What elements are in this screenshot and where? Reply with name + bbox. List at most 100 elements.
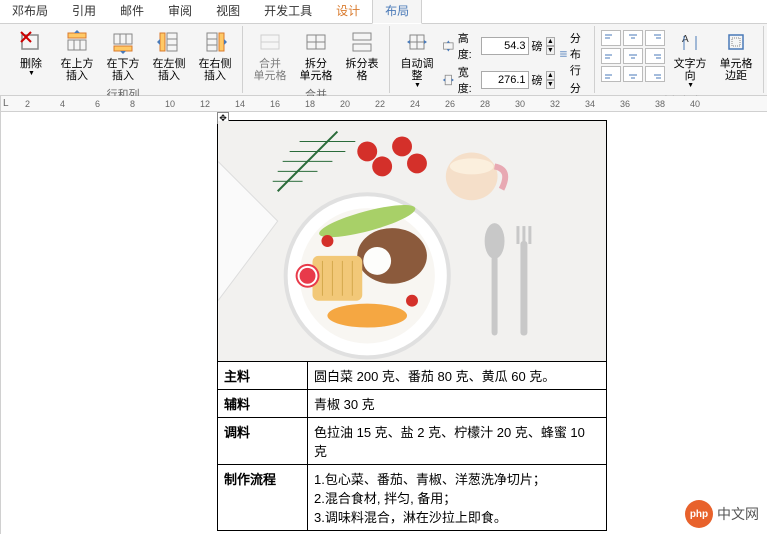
row-height-icon <box>442 38 455 54</box>
insert-right-button[interactable]: 在右侧插入 <box>194 26 236 84</box>
split-table-button[interactable]: 拆分表格 <box>341 26 383 84</box>
align-top-left[interactable] <box>601 30 621 46</box>
chevron-down-icon: ▼ <box>414 82 421 89</box>
merge-cells-icon <box>256 28 284 56</box>
table-row[interactable]: 调料 色拉油 15 克、盐 2 克、柠檬汁 20 克、蜂蜜 10 克 <box>218 418 607 465</box>
text-direction-icon: A <box>676 28 704 56</box>
autofit-button[interactable]: 自动调整 ▼ <box>396 26 438 91</box>
align-mid-left[interactable] <box>601 48 621 64</box>
cell-label-main[interactable]: 主料 <box>218 362 308 390</box>
height-input[interactable] <box>481 37 529 55</box>
height-label: 高度: <box>458 30 478 62</box>
watermark-text: 中文网 <box>717 504 759 524</box>
cell-value-seasoning[interactable]: 色拉油 15 克、盐 2 克、柠檬汁 20 克、蜂蜜 10 克 <box>308 418 607 465</box>
height-down[interactable]: ▼ <box>546 46 556 55</box>
table-row[interactable]: 辅料 青椒 30 克 <box>218 390 607 418</box>
width-unit: 磅 <box>532 72 543 88</box>
table-row[interactable]: 制作流程 1.包心菜、番茄、青椒、洋葱洗净切片； 2.混合食材, 拌匀, 备用；… <box>218 465 607 531</box>
tab-reference[interactable]: 引用 <box>60 0 108 23</box>
delete-label: 删除 <box>20 58 42 70</box>
group-cellsize: 自动调整 ▼ 高度: 磅 ▲ ▼ 宽度: <box>390 26 595 93</box>
menu-tabs: 邓布局 引用 邮件 审阅 视图 开发工具 设计 布局 <box>0 0 767 24</box>
height-row: 高度: 磅 ▲ ▼ <box>442 30 555 62</box>
insert-left-button[interactable]: 在左侧插入 <box>148 26 190 84</box>
image-cell[interactable] <box>218 121 607 362</box>
align-bot-center[interactable] <box>623 66 643 82</box>
insert-above-label: 在上方插入 <box>60 58 94 82</box>
split-table-label: 拆分表格 <box>345 58 379 82</box>
table-row[interactable]: 主料 圆白菜 200 克、番茄 80 克、黄瓜 60 克。 <box>218 362 607 390</box>
height-up[interactable]: ▲ <box>546 37 556 46</box>
workspace: 2468101214161820 L 246810121416182022242… <box>0 96 767 534</box>
tab-design[interactable]: 设计 <box>324 0 372 23</box>
distribute-rows-button[interactable]: 分布行 <box>559 30 588 78</box>
insert-below-icon <box>109 28 137 56</box>
cell-margins-icon <box>722 28 750 56</box>
document-table[interactable]: 主料 圆白菜 200 克、番茄 80 克、黄瓜 60 克。 辅料 青椒 30 克… <box>217 120 607 531</box>
cell-label-aux[interactable]: 辅料 <box>218 390 308 418</box>
cell-value-process[interactable]: 1.包心菜、番茄、青椒、洋葱洗净切片； 2.混合食材, 拌匀, 备用； 3.调味… <box>308 465 607 531</box>
tab-review[interactable]: 审阅 <box>156 0 204 23</box>
cell-label-process[interactable]: 制作流程 <box>218 465 308 531</box>
svg-text:A: A <box>682 34 689 45</box>
split-cells-label: 拆分 单元格 <box>300 58 333 82</box>
width-label: 宽度: <box>458 64 478 96</box>
tab-table-layout[interactable]: 布局 <box>372 0 422 24</box>
autofit-icon <box>403 28 431 56</box>
page-canvas[interactable]: ✥ <box>1 112 767 534</box>
horizontal-ruler[interactable]: L 246810121416182022242628303234363840 <box>1 96 767 112</box>
insert-left-label: 在左侧插入 <box>152 58 186 82</box>
cell-value-main[interactable]: 圆白菜 200 克、番茄 80 克、黄瓜 60 克。 <box>308 362 607 390</box>
tab-layout-doc[interactable]: 邓布局 <box>0 0 60 23</box>
watermark-badge: php <box>685 500 713 528</box>
split-table-icon <box>348 28 376 56</box>
group-alignment: A 文字方向 ▼ 单元格 边距 对齐方式 <box>595 26 764 93</box>
alignment-grid <box>601 26 665 82</box>
insert-left-icon <box>155 28 183 56</box>
align-bot-right[interactable] <box>645 66 665 82</box>
main-area: L 246810121416182022242628303234363840 ✥ <box>1 96 767 534</box>
insert-above-button[interactable]: 在上方插入 <box>56 26 98 84</box>
group-rows-cols: 删除 ▼ 在上方插入 在下方插入 在左侧插入 <box>4 26 243 93</box>
text-direction-label: 文字方向 <box>673 58 707 82</box>
cell-margins-label: 单元格 边距 <box>720 58 753 82</box>
text-direction-button[interactable]: A 文字方向 ▼ <box>669 26 711 91</box>
delete-table-icon <box>17 28 45 56</box>
ribbon: 删除 ▼ 在上方插入 在下方插入 在左侧插入 <box>0 24 767 96</box>
split-cells-button[interactable]: 拆分 单元格 <box>295 26 337 84</box>
group-merge: 合并 单元格 拆分 单元格 拆分表格 合并 <box>243 26 390 93</box>
width-row: 宽度: 磅 ▲ ▼ <box>442 64 555 96</box>
align-top-center[interactable] <box>623 30 643 46</box>
chevron-down-icon: ▼ <box>687 82 694 89</box>
watermark: php 中文网 <box>685 500 759 528</box>
height-spinner: ▲ ▼ <box>546 37 556 55</box>
align-mid-right[interactable] <box>645 48 665 64</box>
cell-margins-button[interactable]: 单元格 边距 <box>715 26 757 84</box>
chevron-down-icon: ▼ <box>28 70 35 77</box>
width-down[interactable]: ▼ <box>546 80 556 89</box>
tab-mail[interactable]: 邮件 <box>108 0 156 23</box>
align-bot-left[interactable] <box>601 66 621 82</box>
tab-view[interactable]: 视图 <box>204 0 252 23</box>
align-mid-center[interactable] <box>623 48 643 64</box>
align-top-right[interactable] <box>645 30 665 46</box>
cell-label-seasoning[interactable]: 调料 <box>218 418 308 465</box>
col-width-icon <box>442 72 455 88</box>
distribute-rows-icon <box>559 46 568 62</box>
insert-right-icon <box>201 28 229 56</box>
food-image <box>218 121 606 361</box>
insert-below-label: 在下方插入 <box>106 58 140 82</box>
width-input[interactable] <box>481 71 529 89</box>
merge-cells-button[interactable]: 合并 单元格 <box>249 26 291 84</box>
width-spinner: ▲ ▼ <box>546 71 556 89</box>
insert-below-button[interactable]: 在下方插入 <box>102 26 144 84</box>
merge-cells-label: 合并 单元格 <box>254 58 287 82</box>
tab-devtools[interactable]: 开发工具 <box>252 0 324 23</box>
delete-button[interactable]: 删除 ▼ <box>10 26 52 79</box>
height-unit: 磅 <box>532 38 543 54</box>
autofit-label: 自动调整 <box>400 58 434 82</box>
width-up[interactable]: ▲ <box>546 71 556 80</box>
insert-above-icon <box>63 28 91 56</box>
cell-value-aux[interactable]: 青椒 30 克 <box>308 390 607 418</box>
dist-rows-label: 分布行 <box>570 30 588 78</box>
